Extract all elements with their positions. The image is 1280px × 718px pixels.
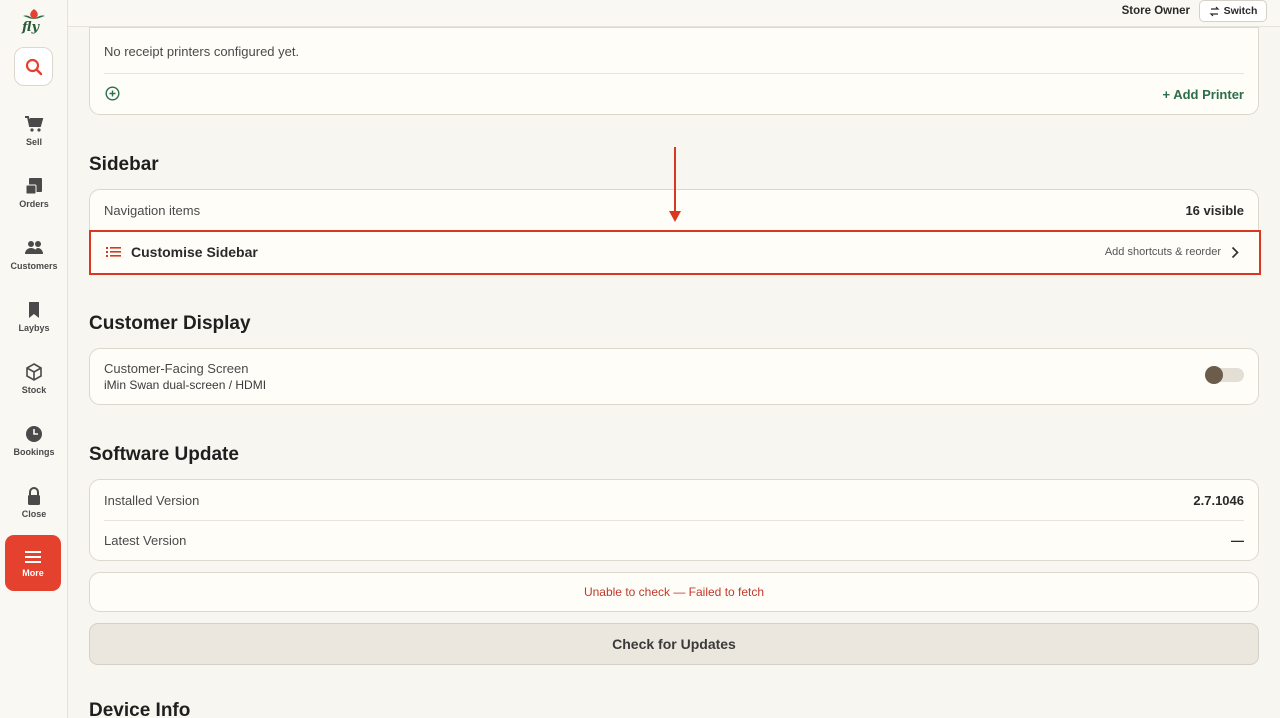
box-icon xyxy=(26,363,42,381)
top-bar: Store Owner Switch xyxy=(68,0,1280,27)
sidebar-item-stock[interactable]: Stock xyxy=(0,358,68,414)
latest-version-value: — xyxy=(1231,533,1244,548)
sidebar-item-orders[interactable]: Orders xyxy=(0,172,68,228)
sidebar-item-close[interactable]: Close xyxy=(0,482,68,538)
annotation-arrow-line xyxy=(674,147,676,213)
switch-button[interactable]: Switch xyxy=(1199,0,1267,22)
cart-icon xyxy=(25,116,44,132)
check-updates-button[interactable]: Check for Updates xyxy=(89,623,1259,665)
customise-sidebar-hint: Add shortcuts & reorder xyxy=(1104,246,1221,258)
screen-label: Customer-Facing Screen xyxy=(104,361,249,376)
printers-card: No receipt printers configured yet. + Ad… xyxy=(89,27,1259,115)
sidebar-item-label: Laybys xyxy=(18,323,50,333)
update-status-card: Unable to check — Failed to fetch xyxy=(89,572,1259,612)
sidebar-item-label: Bookings xyxy=(13,447,55,457)
customise-sidebar-label: Customise Sidebar xyxy=(131,244,258,260)
sidebar-item-sell[interactable]: Sell xyxy=(0,110,68,166)
software-update-title: Software Update xyxy=(89,444,239,465)
swap-icon xyxy=(1209,6,1220,16)
screen-subtitle: iMin Swan dual-screen / HDMI xyxy=(104,378,267,392)
sidebar-item-laybys[interactable]: Laybys xyxy=(0,296,68,352)
device-info-title: Device Info xyxy=(89,700,191,718)
customer-display-card: Customer-Facing Screen iMin Swan dual-sc… xyxy=(89,348,1259,405)
bookmark-icon xyxy=(29,302,39,318)
sidebar: fly Sell Orders Customers Laybys Stock B… xyxy=(0,0,68,718)
installed-version-value: 2.7.1046 xyxy=(1193,493,1244,508)
latest-version-label: Latest Version xyxy=(104,533,187,548)
sidebar-item-label: Customers xyxy=(10,261,58,271)
sidebar-item-customers[interactable]: Customers xyxy=(0,234,68,290)
annotation-arrow-head xyxy=(669,211,681,222)
switch-label: Switch xyxy=(1223,5,1258,17)
nav-items-label: Navigation items xyxy=(104,203,201,218)
sidebar-item-more[interactable]: More xyxy=(5,535,61,591)
printers-empty-text: No receipt printers configured yet. xyxy=(104,44,300,59)
search-icon xyxy=(25,58,42,75)
customer-display-title: Customer Display xyxy=(89,313,251,334)
sidebar-section-title: Sidebar xyxy=(89,154,159,175)
sidebar-item-label: Sell xyxy=(25,137,42,147)
divider xyxy=(104,520,1244,521)
clock-icon xyxy=(26,426,42,442)
sidebar-item-label: Orders xyxy=(19,199,49,209)
lock-icon xyxy=(28,487,40,505)
sidebar-item-bookings[interactable]: Bookings xyxy=(0,420,68,476)
orders-icon xyxy=(25,178,42,195)
sidebar-item-label: Stock xyxy=(21,385,47,395)
customer-screen-toggle[interactable] xyxy=(1205,366,1244,384)
sidebar-item-label: Close xyxy=(21,509,47,519)
toggle-knob xyxy=(1205,366,1223,384)
divider xyxy=(104,73,1244,74)
chevron-right-icon xyxy=(1231,246,1239,259)
sidebar-item-label: More xyxy=(22,567,44,578)
add-circle-icon[interactable] xyxy=(105,86,120,101)
add-printer-button[interactable]: + Add Printer xyxy=(1162,87,1244,102)
user-role: Store Owner xyxy=(1121,5,1190,17)
search-button[interactable] xyxy=(14,47,53,86)
nav-items-count: 16 visible xyxy=(1185,203,1244,218)
update-error-text: Unable to check — Failed to fetch xyxy=(583,585,765,599)
customise-sidebar-row[interactable]: Customise Sidebar Add shortcuts & reorde… xyxy=(89,230,1261,275)
installed-version-label: Installed Version xyxy=(104,493,200,508)
logo-text: fly xyxy=(22,20,40,35)
list-icon xyxy=(106,247,121,257)
menu-icon xyxy=(25,550,41,563)
customers-icon xyxy=(25,241,43,254)
version-card: Installed Version 2.7.1046 Latest Versio… xyxy=(89,479,1259,561)
